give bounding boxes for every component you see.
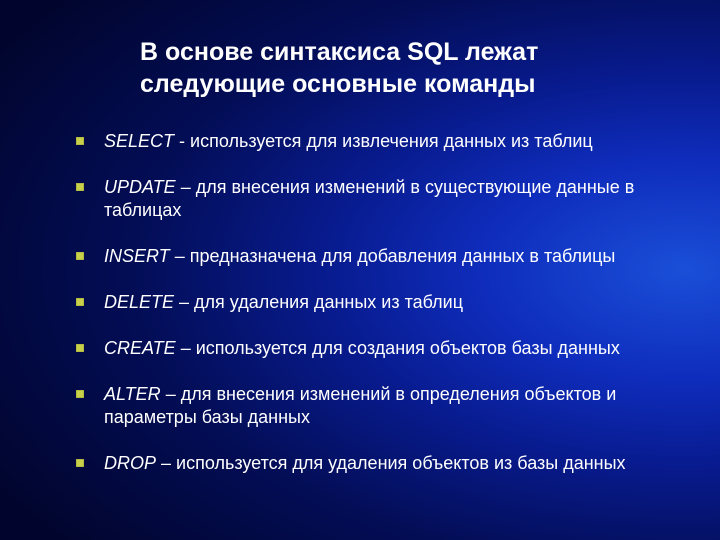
- command-desc: используется для извлечения данных из та…: [190, 131, 593, 151]
- list-item: INSERT – предназначена для добавления да…: [76, 245, 670, 268]
- separator: –: [174, 292, 194, 312]
- command-name: UPDATE: [104, 177, 176, 197]
- separator: –: [156, 453, 176, 473]
- command-desc: для внесения изменений в определения объ…: [181, 384, 617, 404]
- command-desc-cont: параметры базы данных: [104, 406, 670, 429]
- separator: –: [176, 177, 196, 197]
- slide-title: В основе синтаксиса SQL лежат следующие …: [140, 36, 670, 100]
- separator: –: [170, 246, 190, 266]
- slide: В основе синтаксиса SQL лежат следующие …: [0, 0, 720, 540]
- command-desc-cont: таблицах: [104, 199, 670, 222]
- command-desc: для удаления данных из таблиц: [194, 292, 463, 312]
- list-item: CREATE – используется для создания объек…: [76, 337, 670, 360]
- command-name: INSERT: [104, 246, 170, 266]
- separator: –: [176, 338, 196, 358]
- command-list: SELECT - используется для извлечения дан…: [50, 130, 670, 475]
- list-item: DROP – используется для удаления объекто…: [76, 452, 670, 475]
- command-desc: используется для удаления объектов из ба…: [176, 453, 626, 473]
- separator: –: [161, 384, 181, 404]
- command-name: DROP: [104, 453, 156, 473]
- command-desc: предназначена для добавления данных в та…: [190, 246, 616, 266]
- title-line-1: В основе синтаксиса SQL лежат: [140, 38, 538, 66]
- command-desc: используется для создания объектов базы …: [196, 338, 620, 358]
- command-name: DELETE: [104, 292, 174, 312]
- command-name: CREATE: [104, 338, 176, 358]
- command-name: ALTER: [104, 384, 161, 404]
- command-desc: для внесения изменений в существующие да…: [196, 177, 635, 197]
- command-name: SELECT: [104, 131, 174, 151]
- list-item: ALTER – для внесения изменений в определ…: [76, 383, 670, 429]
- separator: -: [174, 131, 190, 151]
- list-item: SELECT - используется для извлечения дан…: [76, 130, 670, 153]
- title-line-2: следующие основные команды: [140, 70, 536, 98]
- list-item: UPDATE – для внесения изменений в сущест…: [76, 176, 670, 222]
- list-item: DELETE – для удаления данных из таблиц: [76, 291, 670, 314]
